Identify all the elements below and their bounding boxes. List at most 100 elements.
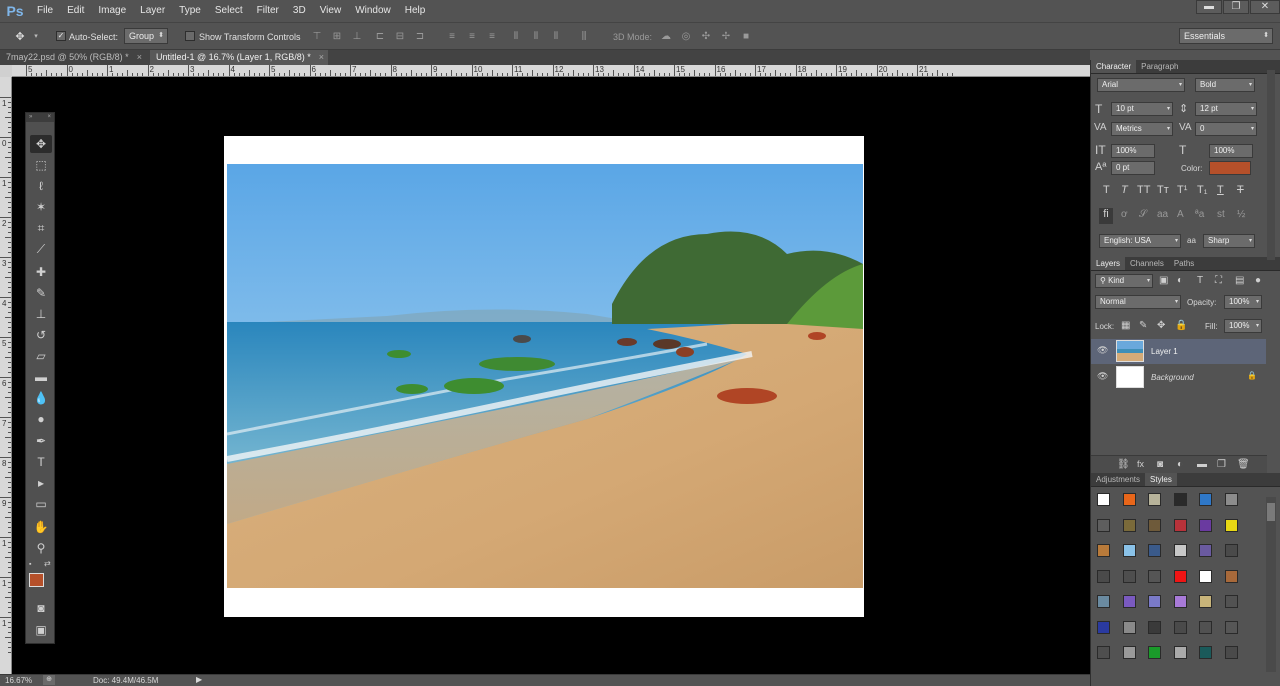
panel-collapse-strip[interactable]: [1267, 70, 1275, 260]
baseline-shift-field[interactable]: 0 pt: [1111, 161, 1155, 175]
move-tool-icon[interactable]: ✥: [30, 135, 52, 153]
titling-alt-icon[interactable]: A: [1177, 209, 1184, 220]
style-swatch[interactable]: [1173, 493, 1187, 506]
style-swatch[interactable]: [1199, 493, 1212, 506]
menu-layer[interactable]: Layer: [133, 0, 172, 22]
style-swatch[interactable]: [1122, 518, 1136, 532]
style-swatch[interactable]: [1224, 569, 1238, 583]
layer-name[interactable]: Background: [1151, 373, 1194, 382]
style-swatch[interactable]: [1122, 569, 1136, 583]
distribute-right-icon[interactable]: ⫴: [550, 31, 562, 43]
faux-bold-icon[interactable]: T: [1103, 184, 1110, 196]
tab-7may22[interactable]: 7may22.psd @ 50% (RGB/8) * ×: [0, 50, 147, 65]
small-caps-icon[interactable]: Tт: [1157, 184, 1169, 196]
menu-view[interactable]: View: [313, 0, 349, 22]
style-swatch[interactable]: [1122, 620, 1136, 634]
new-layer-icon[interactable]: ❐: [1217, 459, 1226, 470]
style-swatch[interactable]: [1199, 646, 1212, 659]
style-swatch[interactable]: [1199, 595, 1212, 608]
horizontal-ruler[interactable]: 5 0 1 2 3 4 5 6 7 8 9 10 11 12 13 14 15 16 17 18 19 20 21: [12, 65, 1090, 77]
distribute-bottom-icon[interactable]: ≡: [486, 31, 498, 43]
eyedropper-tool-icon[interactable]: ⟋: [30, 240, 52, 258]
status-menu-arrow-icon[interactable]: ▶: [196, 675, 202, 684]
swap-colors-icon[interactable]: ⇄: [44, 559, 51, 568]
fractions-icon[interactable]: ½: [1237, 209, 1245, 220]
zoom-tool-icon[interactable]: ⚲: [30, 539, 52, 557]
adjustment-layer-icon[interactable]: ◐: [1177, 459, 1183, 470]
ordinals-icon[interactable]: ªa: [1195, 209, 1204, 220]
strikethrough-icon[interactable]: T: [1237, 184, 1244, 196]
menu-filter[interactable]: Filter: [250, 0, 286, 22]
crop-tool-icon[interactable]: ⌗: [30, 219, 52, 237]
close-icon[interactable]: ×: [47, 113, 51, 122]
restore-button[interactable]: ❐: [1223, 0, 1249, 14]
subscript-icon[interactable]: T₁: [1197, 184, 1207, 196]
zoom-level[interactable]: 16.67%: [5, 676, 32, 685]
tab-channels[interactable]: Channels: [1125, 257, 1169, 270]
discretionary-ligature-icon[interactable]: st: [1217, 209, 1225, 220]
style-swatch[interactable]: [1097, 646, 1110, 659]
distribute-left-icon[interactable]: ⫴: [510, 31, 522, 43]
tab-character[interactable]: Character: [1091, 60, 1137, 73]
lock-all-icon[interactable]: 🔒: [1175, 320, 1187, 331]
style-swatch[interactable]: [1224, 544, 1238, 557]
style-swatch[interactable]: [1148, 595, 1161, 608]
antialias-dropdown[interactable]: Sharp ▾: [1203, 234, 1255, 248]
style-swatch[interactable]: [1097, 569, 1110, 583]
old-style-icon[interactable]: ơ: [1121, 209, 1128, 220]
faux-italic-icon[interactable]: T: [1121, 184, 1128, 196]
layer-row-layer-1[interactable]: 👁 Layer 1: [1091, 339, 1266, 364]
auto-select-dropdown[interactable]: Group ⬍: [124, 28, 168, 44]
fill-field[interactable]: 100% ▾: [1224, 319, 1262, 333]
filter-toggle-icon[interactable]: ●: [1255, 275, 1261, 286]
menu-file[interactable]: File: [30, 0, 60, 22]
ligature-icon[interactable]: ﬁ: [1099, 208, 1113, 224]
tab-paragraph[interactable]: Paragraph: [1136, 60, 1183, 73]
layer-row-background[interactable]: 👁 Background 🔒: [1091, 365, 1266, 390]
style-swatch[interactable]: [1122, 595, 1136, 608]
align-top-icon[interactable]: ⊤: [311, 31, 323, 43]
blur-tool-icon[interactable]: 💧: [30, 389, 52, 407]
menu-edit[interactable]: Edit: [60, 0, 91, 22]
style-swatch[interactable]: [1173, 595, 1187, 608]
tracking-dropdown[interactable]: 0 ▾: [1195, 122, 1257, 136]
superscript-icon[interactable]: T¹: [1177, 184, 1187, 196]
style-swatch[interactable]: [1097, 595, 1110, 608]
magic-wand-tool-icon[interactable]: ✶: [30, 198, 52, 216]
style-swatch[interactable]: [1148, 518, 1161, 532]
ruler-origin[interactable]: [0, 65, 12, 77]
screen-mode-icon[interactable]: ▣: [30, 621, 52, 639]
style-swatch[interactable]: [1097, 493, 1110, 506]
expand-icon[interactable]: »: [29, 113, 32, 122]
menu-3d[interactable]: 3D: [286, 0, 313, 22]
align-hcenter-icon[interactable]: ⊟: [394, 31, 406, 43]
minimize-button[interactable]: ▬: [1196, 0, 1222, 14]
styles-scrollbar[interactable]: [1266, 497, 1276, 672]
document-canvas[interactable]: [224, 136, 864, 617]
style-swatch[interactable]: [1122, 646, 1136, 659]
align-left-icon[interactable]: ⊏: [374, 31, 386, 43]
beach-photo-layer[interactable]: [227, 164, 863, 588]
lock-pixels-icon[interactable]: ✎: [1139, 320, 1147, 331]
brush-tool-icon[interactable]: ✎: [30, 284, 52, 302]
eraser-tool-icon[interactable]: ▱: [30, 347, 52, 365]
stylistic-alt-icon[interactable]: aa: [1157, 209, 1168, 220]
style-swatch[interactable]: [1199, 620, 1212, 634]
new-group-icon[interactable]: ▬: [1197, 459, 1207, 470]
style-swatch[interactable]: [1148, 493, 1161, 506]
style-swatch[interactable]: [1224, 518, 1238, 532]
shape-tool-icon[interactable]: ▭: [30, 495, 52, 513]
gradient-tool-icon[interactable]: ▬: [30, 368, 52, 386]
scrollbar-thumb[interactable]: [1267, 503, 1275, 521]
marquee-tool-icon[interactable]: ⬚: [30, 156, 52, 174]
history-brush-tool-icon[interactable]: ↺: [30, 326, 52, 344]
menu-image[interactable]: Image: [91, 0, 133, 22]
style-swatch[interactable]: [1097, 518, 1110, 532]
layer-name[interactable]: Layer 1: [1151, 347, 1178, 356]
3d-slide-icon[interactable]: ✢: [720, 31, 732, 43]
tools-panel-header[interactable]: » ×: [26, 113, 54, 122]
style-swatch[interactable]: [1122, 493, 1136, 506]
menu-type[interactable]: Type: [172, 0, 208, 22]
canvas-area[interactable]: [12, 77, 1090, 674]
distribute-vcenter-icon[interactable]: ≡: [466, 31, 478, 43]
